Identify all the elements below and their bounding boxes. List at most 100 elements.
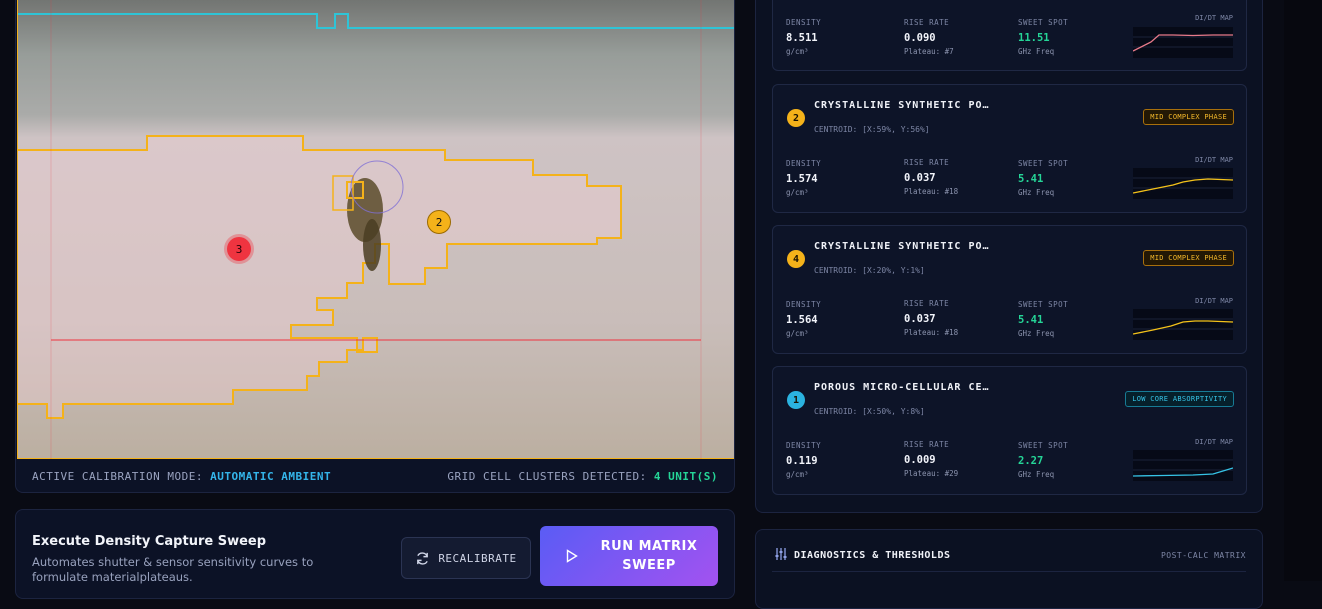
clusters-detected-label: GRID CELL CLUSTERS DETECTED: [447,469,647,483]
sweet-spot-label: SWEET SPOT [1018,300,1069,309]
sweet-spot-value: 5.41 [1018,314,1044,326]
rise-rate-label: RISE RATE [904,18,950,27]
rise-rate-label: RISE RATE [904,158,950,167]
centroid-value: CENTROID: [X:50%, Y:8%] [814,407,925,416]
rise-rate-label: RISE RATE [904,440,950,449]
cluster-samples-panel: DENSITY 8.511 g/cm³ RISE RATE 0.090 Plat… [755,0,1263,513]
density-value: 1.564 [786,314,818,326]
density-unit: g/cm³ [786,470,809,479]
sample-title: CRYSTALLINE SYNTHETIC PO… [814,100,990,111]
density-label: DENSITY [786,441,822,450]
rise-rate-value: 0.090 [904,32,936,44]
didt-map-label: DI/DT MAP [1195,438,1233,446]
cluster-number-badge: 4 [787,250,805,268]
density-value: 8.511 [786,32,818,44]
density-metric: DENSITY 1.574 g/cm³ [786,159,821,197]
capture-sweep-panel: Execute Density Capture Sweep Automates … [15,509,735,599]
plateau-value: Plateau: #29 [904,469,959,478]
camera-feed[interactable]: 3 2 [17,0,734,459]
sweet-spot-unit: GHz Freq [1018,188,1055,197]
sweet-spot-metric: SWEET SPOT 11.51 GHz Freq [1018,18,1068,56]
centroid-value: CENTROID: [X:59%, Y:56%] [814,125,930,134]
recalibrate-label: RECALIBRATE [438,551,517,565]
sweet-spot-unit: GHz Freq [1018,47,1055,56]
sample-card[interactable]: 4 CRYSTALLINE SYNTHETIC PO… CENTROID: [X… [772,225,1247,354]
sweet-spot-value: 5.41 [1018,173,1044,185]
density-label: DENSITY [786,18,822,27]
density-value: 1.574 [786,173,818,185]
calibration-mode-value: AUTOMATIC AMBIENT [210,469,332,483]
density-label: DENSITY [786,300,822,309]
plateau-value: Plateau: #7 [904,47,954,56]
sample-card[interactable]: DENSITY 8.511 g/cm³ RISE RATE 0.090 Plat… [772,0,1247,71]
sweet-spot-label: SWEET SPOT [1018,18,1069,27]
marker-label: 3 [235,242,243,256]
density-unit: g/cm³ [786,329,809,338]
didt-map-label: DI/DT MAP [1195,14,1233,22]
rise-rate-metric: RISE RATE 0.037 Plateau: #18 [904,158,958,196]
sample-title: CRYSTALLINE SYNTHETIC PO… [814,241,990,252]
rise-rate-label: RISE RATE [904,299,950,308]
cluster-marker-2[interactable]: 2 [427,210,451,234]
didt-sparkline [1133,168,1233,199]
camera-viewer: 3 2 ACTIVE CALIBRATION MODE: AUTOMATIC A… [15,0,735,493]
diagnostics-panel: DIAGNOSTICS & THRESHOLDS POST-CALC MATRI… [755,529,1263,609]
sliders-icon [775,548,787,560]
sweet-spot-value: 11.51 [1018,32,1050,44]
phase-badge: LOW CORE ABSORPTIVITY [1125,391,1234,407]
rise-rate-metric: RISE RATE 0.009 Plateau: #29 [904,440,958,478]
sample-card[interactable]: 2 CRYSTALLINE SYNTHETIC PO… CENTROID: [X… [772,84,1247,213]
density-metric: DENSITY 8.511 g/cm³ [786,18,821,56]
sweet-spot-unit: GHz Freq [1018,470,1055,479]
calibration-mode-label: ACTIVE CALIBRATION MODE: [32,469,203,483]
sweet-spot-unit: GHz Freq [1018,329,1055,338]
sweet-spot-metric: SWEET SPOT 5.41 GHz Freq [1018,300,1068,338]
sample-title: POROUS MICRO-CELLULAR CE… [814,382,990,393]
plateau-value: Plateau: #18 [904,328,959,337]
cluster-number-badge: 1 [787,391,805,409]
sweet-spot-metric: SWEET SPOT 5.41 GHz Freq [1018,159,1068,197]
density-metric: DENSITY 1.564 g/cm³ [786,300,821,338]
rise-rate-value: 0.037 [904,172,936,184]
density-value: 0.119 [786,455,818,467]
plateau-value: Plateau: #18 [904,187,959,196]
rise-rate-metric: RISE RATE 0.090 Plateau: #7 [904,18,954,56]
capture-title: Execute Density Capture Sweep [32,534,267,549]
recalibrate-button[interactable]: RECALIBRATE [401,537,531,579]
sample-card[interactable]: 1 POROUS MICRO-CELLULAR CE… CENTROID: [X… [772,366,1247,495]
play-icon [566,549,578,563]
density-unit: g/cm³ [786,47,809,56]
divider [772,571,1246,572]
didt-map-label: DI/DT MAP [1195,297,1233,305]
cluster-marker-3[interactable]: 3 [227,237,251,261]
centroid-value: CENTROID: [X:20%, Y:1%] [814,266,925,275]
sweet-spot-label: SWEET SPOT [1018,441,1069,450]
phase-badge: MID COMPLEX PHASE [1143,250,1234,266]
run-matrix-sweep-button[interactable]: RUN MATRIX SWEEP [540,526,718,586]
phase-badge: MID COMPLEX PHASE [1143,109,1234,125]
clusters-detected-status: GRID CELL CLUSTERS DETECTED: 4 UNIT(S) [447,470,718,483]
sweet-spot-value: 2.27 [1018,455,1044,467]
didt-sparkline [1133,27,1233,58]
didt-sparkline [1133,309,1233,340]
cluster-number-badge: 2 [787,109,805,127]
sweet-spot-label: SWEET SPOT [1018,159,1069,168]
density-unit: g/cm³ [786,188,809,197]
feed-canvas [17,0,734,459]
rise-rate-metric: RISE RATE 0.037 Plateau: #18 [904,299,958,337]
rise-rate-value: 0.037 [904,313,936,325]
rise-rate-value: 0.009 [904,454,936,466]
sweet-spot-metric: SWEET SPOT 2.27 GHz Freq [1018,441,1068,479]
diagnostics-title: DIAGNOSTICS & THRESHOLDS [794,550,951,561]
marker-label: 2 [435,215,443,229]
density-metric: DENSITY 0.119 g/cm³ [786,441,821,479]
post-calc-matrix-label: POST-CALC MATRIX [1160,551,1246,560]
didt-map-label: DI/DT MAP [1195,156,1233,164]
clusters-detected-value: 4 UNIT(S) [653,469,718,483]
viewer-status-bar: ACTIVE CALIBRATION MODE: AUTOMATIC AMBIE… [16,459,734,492]
didt-sparkline [1133,450,1233,481]
refresh-icon [417,551,429,565]
run-matrix-sweep-label: RUN MATRIX SWEEP [600,539,698,573]
page-scrollbar[interactable] [1284,0,1322,581]
calibration-mode-status: ACTIVE CALIBRATION MODE: AUTOMATIC AMBIE… [32,470,331,483]
